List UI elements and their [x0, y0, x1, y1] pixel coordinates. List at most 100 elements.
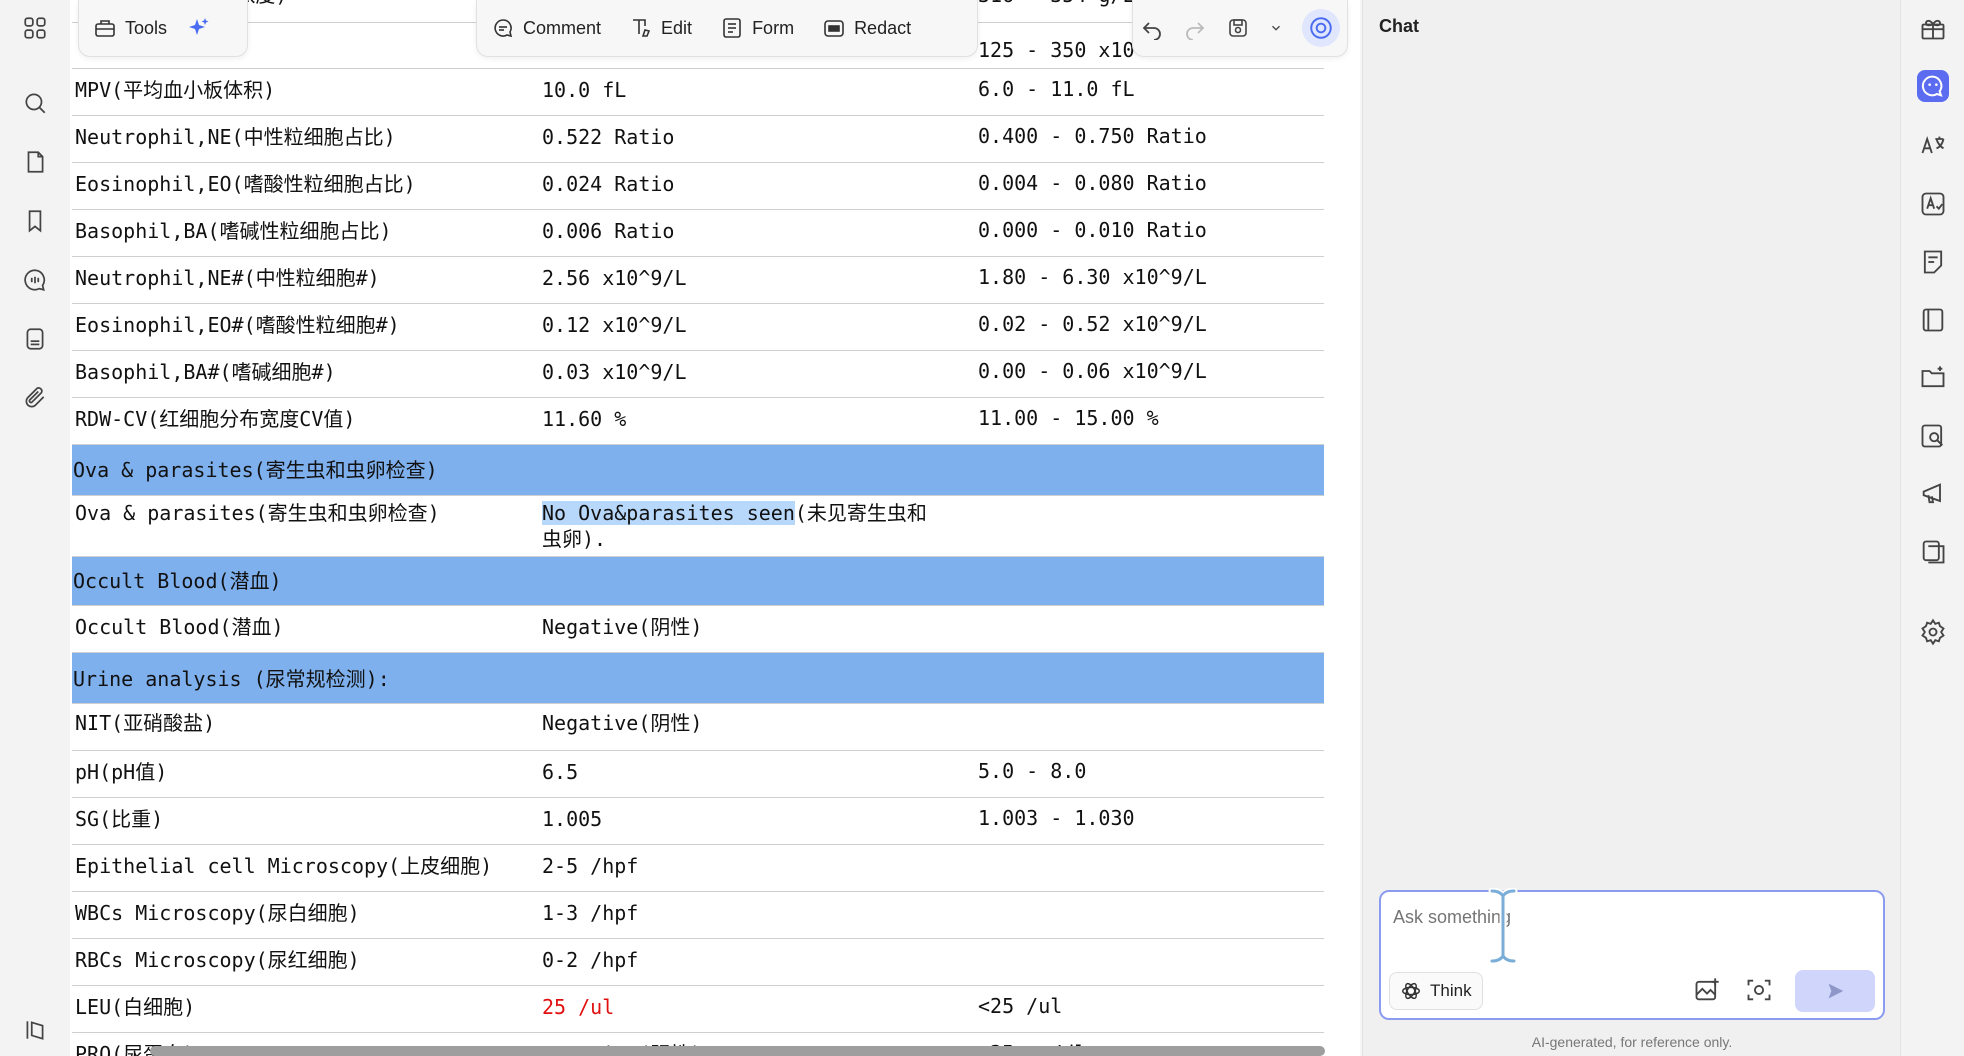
- test-value: 0.12 x10^9/L: [542, 313, 687, 337]
- table-row: MPV(平均血小板体积) 10.0 fL 6.0 - 11.0 fL: [72, 69, 1324, 116]
- stamp-icon[interactable]: [19, 323, 51, 355]
- send-button[interactable]: [1795, 970, 1875, 1012]
- test-name: Neutrophil,NE(中性粒细胞占比): [75, 125, 396, 149]
- chevron-down-icon[interactable]: [1269, 21, 1283, 35]
- test-name: RBCs Microscopy(尿红细胞): [75, 948, 360, 972]
- image-upload-icon[interactable]: [1693, 976, 1721, 1004]
- chat-assistant-icon[interactable]: [1917, 70, 1949, 102]
- test-name: Basophil,BA(嗜碱性粒细胞占比): [75, 219, 392, 243]
- chat-title: Chat: [1379, 16, 1419, 36]
- table-row: Ova & parasites(寄生虫和虫卵检查) No Ova&parasit…: [72, 496, 1324, 557]
- ai-sparkle-button[interactable]: [181, 8, 217, 48]
- comment-button[interactable]: Comment: [477, 8, 615, 48]
- bookmark-icon[interactable]: [19, 205, 51, 237]
- reference-range: 1.003 - 1.030: [978, 806, 1135, 830]
- text-recognition-icon[interactable]: [1917, 188, 1949, 220]
- reference-range: 1.80 - 6.30 x10^9/L: [978, 265, 1207, 289]
- redact-button[interactable]: Redact: [808, 8, 925, 48]
- text-cursor-icon: [1488, 888, 1518, 964]
- redo-icon[interactable]: [1183, 16, 1207, 40]
- table-row: Epithelial cell Microscopy(上皮细胞) 2-5 /hp…: [72, 845, 1324, 892]
- test-name: Eosinophil,EO#(嗜酸性粒细胞#): [75, 313, 400, 337]
- think-button[interactable]: Think: [1389, 972, 1483, 1010]
- gift-icon[interactable]: [1917, 12, 1949, 44]
- comment-label: Comment: [523, 17, 602, 38]
- screenshot-icon[interactable]: [1745, 976, 1773, 1004]
- chat-input-box[interactable]: Think: [1379, 890, 1885, 1020]
- pages-icon[interactable]: [19, 146, 51, 178]
- translate-icon[interactable]: [1917, 130, 1949, 162]
- horizontal-scrollbar[interactable]: [150, 1046, 1325, 1056]
- abnormal-value: 25 /ul: [542, 995, 615, 1019]
- table-row: Eosinophil,EO(嗜酸性粒细胞占比) 0.024 Ratio 0.00…: [72, 163, 1324, 210]
- book-icon[interactable]: [1917, 304, 1949, 336]
- test-value: Negative(阴性): [542, 711, 703, 735]
- folder-icon[interactable]: [1917, 362, 1949, 394]
- test-value: 0.024 Ratio: [542, 172, 675, 196]
- table-row: RBCs Microscopy(尿红细胞) 0-2 /hpf: [72, 939, 1324, 986]
- ai-disclaimer: AI-generated, for reference only.: [1531, 1034, 1733, 1050]
- test-value: 0.006 Ratio: [542, 219, 675, 243]
- test-name: pH(pH值): [75, 760, 168, 784]
- redact-label: Redact: [854, 17, 912, 38]
- document-search-icon[interactable]: [1917, 420, 1949, 452]
- presentation-icon[interactable]: [1917, 478, 1949, 510]
- section-title: Urine analysis (尿常规检测):: [73, 667, 390, 691]
- table-row: Basophil,BA#(嗜碱细胞#) 0.03 x10^9/L 0.00 - …: [72, 351, 1324, 398]
- reference-range: 0.02 - 0.52 x10^9/L: [978, 312, 1207, 336]
- form-label: Form: [752, 17, 795, 38]
- document-viewer[interactable]: ?????????(蛋白浓度) 316 - 354 g/L 125 - 350 …: [70, 0, 1360, 1056]
- table-row: Neutrophil,NE#(中性粒细胞#) 2.56 x10^9/L 1.80…: [72, 257, 1324, 304]
- reference-range: 6.0 - 11.0 fL: [978, 77, 1135, 101]
- test-name: Basophil,BA#(嗜碱细胞#): [75, 360, 336, 384]
- table-row: RDW-CV(红细胞分布宽度CV值) 11.60 % 11.00 - 15.00…: [72, 398, 1324, 445]
- test-name: Epithelial cell Microscopy(上皮细胞): [75, 854, 493, 878]
- tools-button[interactable]: Tools: [79, 8, 181, 48]
- table-row: Eosinophil,EO#(嗜酸性粒细胞#) 0.12 x10^9/L 0.0…: [72, 304, 1324, 351]
- search-icon[interactable]: [19, 87, 51, 119]
- tools-toolbar: Tools: [78, 0, 248, 57]
- section-header-urine: Urine analysis (尿常规检测):: [72, 653, 1324, 704]
- form-icon: [723, 18, 741, 38]
- highlighted-text[interactable]: No Ova&parasites seen: [542, 501, 795, 525]
- panel-toggle-icon[interactable]: [19, 1014, 51, 1046]
- ai-assistant-icon[interactable]: [1301, 9, 1340, 47]
- table-row: WBCs Microscopy(尿白细胞) 1-3 /hpf: [72, 892, 1324, 939]
- apps-grid-icon[interactable]: [19, 12, 51, 44]
- compare-documents-icon[interactable]: [1917, 536, 1949, 568]
- attachment-icon[interactable]: [19, 382, 51, 414]
- chat-input[interactable]: [1391, 902, 1875, 932]
- test-value: 0.522 Ratio: [542, 125, 675, 149]
- undo-icon[interactable]: [1140, 16, 1164, 40]
- table-row: NIT(亚硝酸盐) Negative(阴性): [72, 704, 1324, 751]
- table-row: Basophil,BA(嗜碱性粒细胞占比) 0.006 Ratio 0.000 …: [72, 210, 1324, 257]
- tools-label: Tools: [125, 17, 168, 38]
- send-icon: [1828, 983, 1844, 999]
- left-sidebar: [0, 0, 71, 1056]
- comments-icon[interactable]: [19, 264, 51, 296]
- reference-range: 5.0 - 8.0: [978, 759, 1087, 783]
- test-value-line2: 虫卵).: [542, 527, 607, 551]
- edit-label: Edit: [661, 17, 693, 38]
- test-name: Eosinophil,EO(嗜酸性粒细胞占比): [75, 172, 416, 196]
- reference-range: <25 /ul: [978, 994, 1063, 1018]
- comment-icon: [494, 19, 513, 38]
- think-label: Think: [1430, 981, 1472, 1000]
- test-name: SG(比重): [75, 807, 164, 831]
- table-row: Neutrophil,NE(中性粒细胞占比) 0.522 Ratio 0.400…: [72, 116, 1324, 163]
- settings-icon[interactable]: [1917, 616, 1949, 648]
- table-row: LEU(白细胞) 25 /ul <25 /ul: [72, 986, 1324, 1033]
- form-button[interactable]: Form: [706, 8, 808, 48]
- redact-icon: [824, 20, 844, 37]
- edit-button[interactable]: Edit: [615, 8, 706, 48]
- section-header-ova: Ova & parasites(寄生虫和虫卵检查): [72, 445, 1324, 496]
- test-value[interactable]: No Ova&parasites seen(未见寄生虫和: [542, 500, 927, 526]
- edit-toolbar: Comment Edit Form Redact: [476, 0, 978, 57]
- test-value: 1-3 /hpf: [542, 901, 639, 925]
- summarize-icon[interactable]: [1917, 246, 1949, 278]
- test-value: 0.03 x10^9/L: [542, 360, 687, 384]
- test-value: 1.005: [542, 807, 603, 831]
- save-icon[interactable]: [1226, 16, 1250, 40]
- test-value: 6.5: [542, 760, 579, 784]
- test-name: RDW-CV(红细胞分布宽度CV值): [75, 407, 356, 431]
